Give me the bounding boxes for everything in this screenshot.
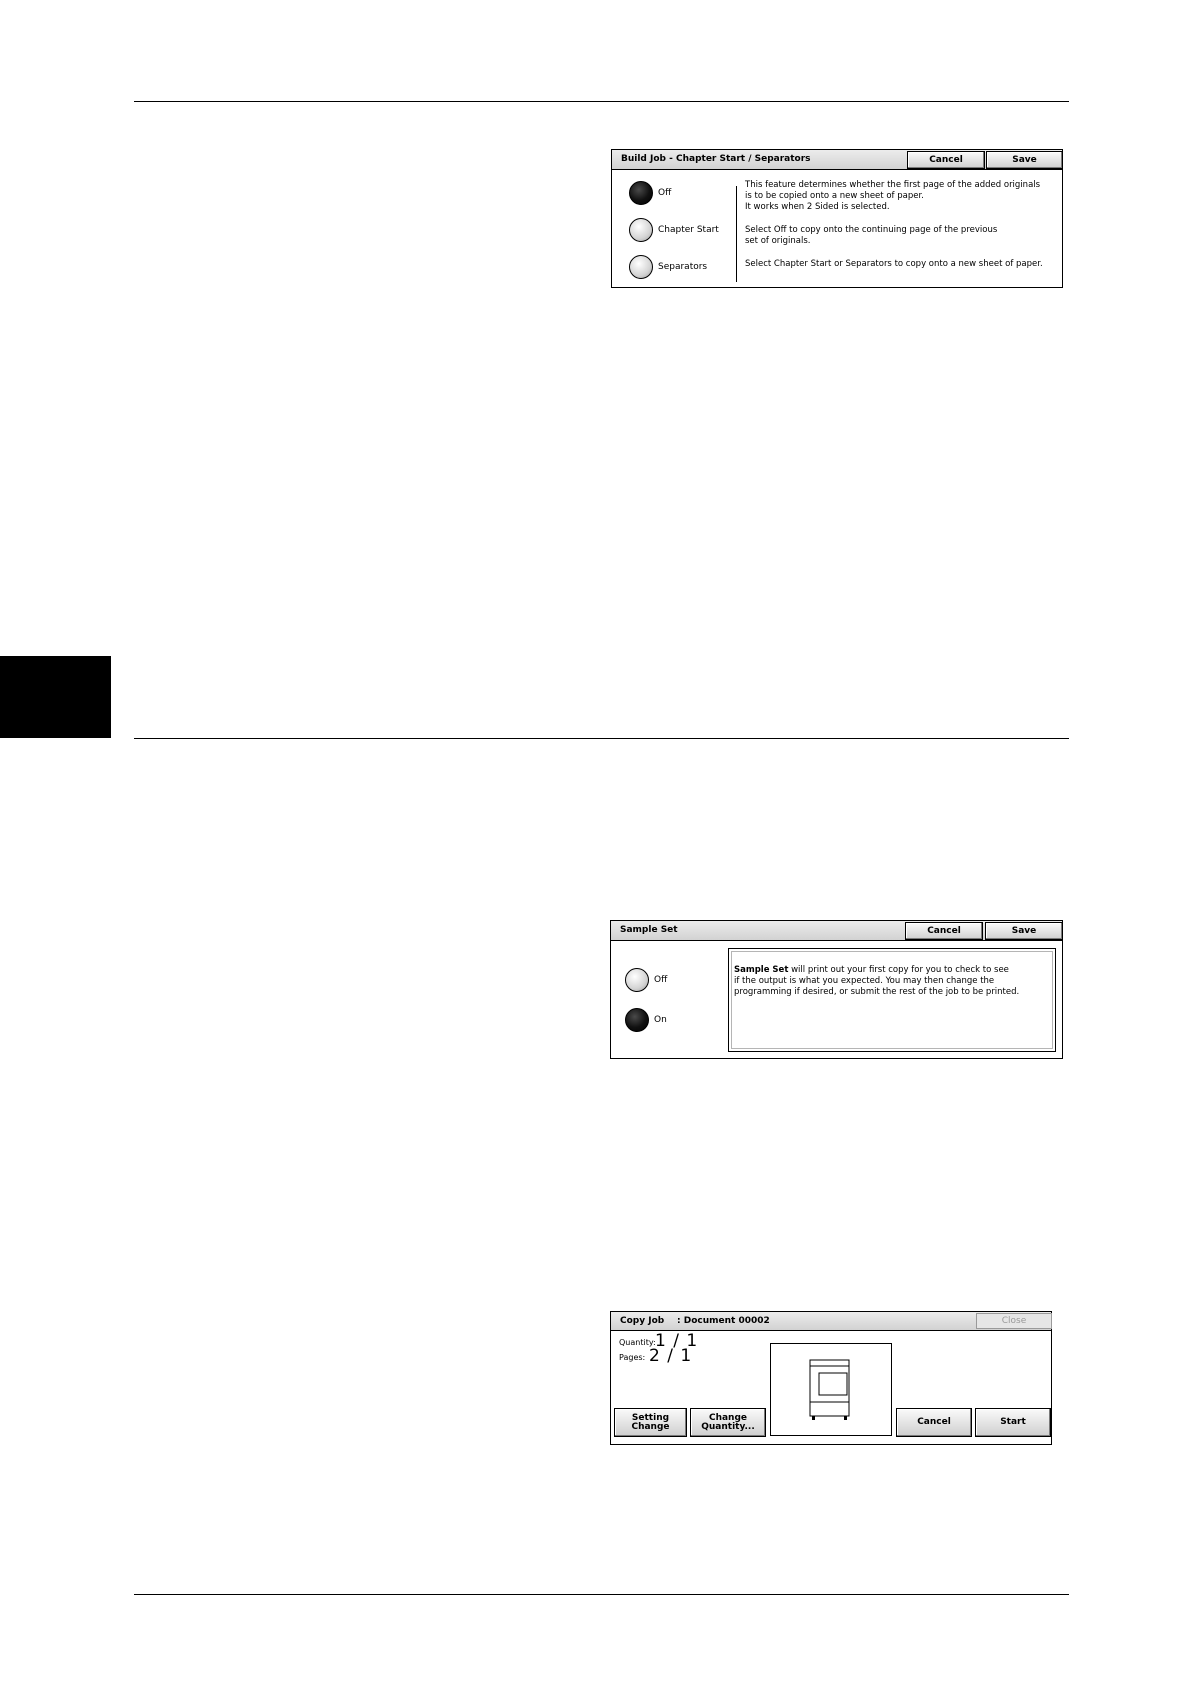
sample-set-title-bar: Sample Set Cancel Save	[611, 921, 1063, 941]
radio-on-label: On	[654, 1015, 667, 1025]
sample-set-title: Sample Set	[620, 925, 678, 935]
radio-chapter-start[interactable]	[629, 218, 653, 242]
radio-separators-label: Separators	[658, 262, 708, 272]
save-button[interactable]: Save	[985, 922, 1063, 940]
footer-rule	[134, 1594, 1069, 1595]
cancel-button[interactable]: Cancel	[896, 1408, 972, 1437]
sample-set-description: Sample Set will print out your first cop…	[734, 965, 1019, 998]
setting-change-line: Change	[631, 1421, 670, 1432]
document-name: : Document 00002	[677, 1316, 770, 1326]
setting-change-button[interactable]: Setting Change	[614, 1408, 687, 1437]
build-job-title: Build Job - Chapter Start / Separators	[621, 154, 811, 164]
pages-label: Pages:	[619, 1353, 646, 1362]
description-line: will print out your first copy for you t…	[788, 965, 1009, 975]
start-button[interactable]: Start	[975, 1408, 1051, 1437]
chapter-tab	[0, 656, 111, 738]
description-line: is to be copied onto a new sheet of pape…	[745, 191, 924, 201]
radio-off[interactable]	[625, 968, 649, 992]
cancel-button[interactable]: Cancel	[905, 922, 983, 940]
build-job-title-bar: Build Job - Chapter Start / Separators C…	[612, 150, 1063, 170]
description-line: if the output is what you expected. You …	[734, 976, 995, 986]
radio-off-label: Off	[654, 975, 668, 985]
copier-preview	[770, 1343, 892, 1436]
description-line: This feature determines whether the firs…	[745, 180, 1041, 190]
sample-set-panel: Sample Set Cancel Save Off On Sample Set…	[610, 920, 1063, 1059]
copy-job-panel: Copy Job : Document 00002 Close Quantity…	[610, 1311, 1052, 1445]
pages-value: 2 / 1	[649, 1346, 693, 1366]
description-line: set of originals.	[745, 236, 811, 246]
close-button[interactable]: Close	[976, 1313, 1052, 1329]
description-line: Select Chapter Start or Separators to co…	[745, 259, 1043, 269]
radio-chapter-start-label: Chapter Start	[658, 225, 719, 235]
change-quantity-button[interactable]: Change Quantity...	[690, 1408, 766, 1437]
change-quantity-label: Change Quantity...	[701, 1413, 755, 1432]
copier-machine-icon	[809, 1359, 850, 1420]
build-job-panel: Build Job - Chapter Start / Separators C…	[611, 149, 1063, 288]
setting-change-label: Setting Change	[631, 1413, 670, 1432]
cancel-button[interactable]: Cancel	[907, 151, 985, 169]
copy-job-title-bar: Copy Job : Document 00002 Close	[611, 1312, 1052, 1331]
section-divider	[134, 738, 1069, 739]
change-quantity-line: Quantity...	[701, 1421, 755, 1432]
copy-job-title: Copy Job	[620, 1316, 665, 1326]
radio-on[interactable]	[625, 1008, 649, 1032]
description-line: It works when 2 Sided is selected.	[745, 202, 890, 212]
description-line: programming if desired, or submit the re…	[734, 987, 1020, 997]
radio-off-label: Off	[658, 188, 672, 198]
sample-set-description-box: Sample Set will print out your first cop…	[728, 948, 1056, 1052]
radio-off[interactable]	[629, 181, 653, 205]
description-divider	[736, 186, 737, 282]
header-rule	[134, 101, 1069, 102]
description-line: Select Off to copy onto the continuing p…	[745, 225, 998, 235]
radio-separators[interactable]	[629, 255, 653, 279]
save-button[interactable]: Save	[986, 151, 1063, 169]
description-bold: Sample Set	[734, 965, 789, 975]
